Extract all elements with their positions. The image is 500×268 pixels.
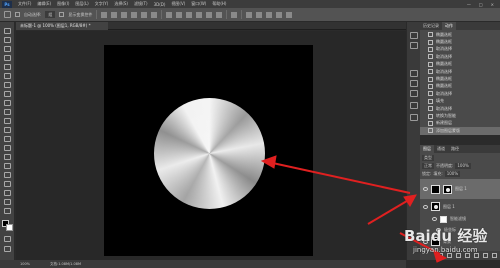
annotation-arrowhead bbox=[403, 194, 417, 207]
annotation-arrowhead bbox=[260, 155, 277, 169]
watermark-brand: Baidu 经验 bbox=[404, 227, 488, 245]
watermark-url: jingyan.baidu.com bbox=[413, 246, 478, 254]
annotation-arrow-to-mask bbox=[367, 197, 413, 225]
annotation-arrow-to-circle bbox=[267, 161, 411, 194]
